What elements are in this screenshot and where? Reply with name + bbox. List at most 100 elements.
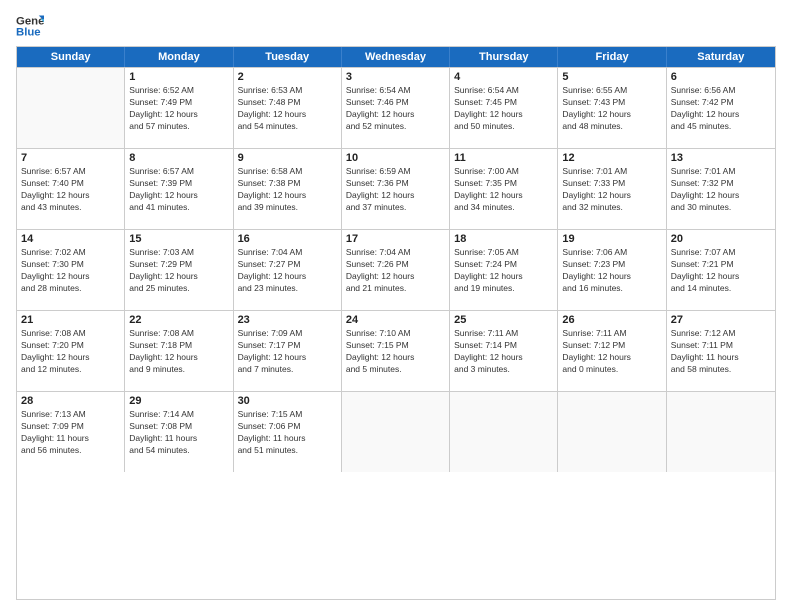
day-number: 26 (562, 314, 661, 326)
day-number: 27 (671, 314, 771, 326)
empty-cell (667, 392, 775, 472)
day-number: 8 (129, 152, 228, 164)
day-cell-2: 2 Sunrise: 6:53 AM Sunset: 7:48 PM Daylig… (234, 68, 342, 148)
calendar-week-5: 28 Sunrise: 7:13 AM Sunset: 7:09 PM Dayli… (17, 391, 775, 472)
day-header-thursday: Thursday (450, 47, 558, 67)
day-number: 2 (238, 71, 337, 83)
day-cell-26: 26 Sunrise: 7:11 AM Sunset: 7:12 PM Dayli… (558, 311, 666, 391)
empty-cell (342, 392, 450, 472)
day-number: 13 (671, 152, 771, 164)
day-number: 29 (129, 395, 228, 407)
day-info: Sunrise: 7:01 AM Sunset: 7:32 PM Dayligh… (671, 166, 771, 214)
day-cell-24: 24 Sunrise: 7:10 AM Sunset: 7:15 PM Dayli… (342, 311, 450, 391)
day-cell-13: 13 Sunrise: 7:01 AM Sunset: 7:32 PM Dayli… (667, 149, 775, 229)
day-info: Sunrise: 7:08 AM Sunset: 7:20 PM Dayligh… (21, 328, 120, 376)
day-number: 28 (21, 395, 120, 407)
day-cell-23: 23 Sunrise: 7:09 AM Sunset: 7:17 PM Dayli… (234, 311, 342, 391)
day-info: Sunrise: 7:04 AM Sunset: 7:26 PM Dayligh… (346, 247, 445, 295)
day-cell-15: 15Sunrise: 7:03 AM Sunset: 7:29 PM Dayli… (125, 230, 233, 310)
day-info: Sunrise: 7:02 AM Sunset: 7:30 PM Dayligh… (21, 247, 120, 295)
day-number: 1 (129, 71, 228, 83)
day-cell-27: 27 Sunrise: 7:12 AM Sunset: 7:11 PM Dayli… (667, 311, 775, 391)
day-header-monday: Monday (125, 47, 233, 67)
day-info: Sunrise: 7:05 AM Sunset: 7:24 PM Dayligh… (454, 247, 553, 295)
day-cell-16: 16 Sunrise: 7:04 AM Sunset: 7:27 PM Dayli… (234, 230, 342, 310)
day-info: Sunrise: 7:08 AM Sunset: 7:18 PM Dayligh… (129, 328, 228, 376)
day-info: Sunrise: 7:06 AM Sunset: 7:23 PM Dayligh… (562, 247, 661, 295)
calendar-week-2: 7 Sunrise: 6:57 AM Sunset: 7:40 PM Daylig… (17, 148, 775, 229)
day-number: 16 (238, 233, 337, 245)
calendar-body: 1Sunrise: 6:52 AM Sunset: 7:49 PM Daylig… (17, 67, 775, 472)
day-cell-7: 7 Sunrise: 6:57 AM Sunset: 7:40 PM Daylig… (17, 149, 125, 229)
day-info: Sunrise: 6:59 AM Sunset: 7:36 PM Dayligh… (346, 166, 445, 214)
day-number: 6 (671, 71, 771, 83)
day-number: 15 (129, 233, 228, 245)
day-number: 5 (562, 71, 661, 83)
day-info: Sunrise: 6:53 AM Sunset: 7:48 PM Dayligh… (238, 85, 337, 133)
day-number: 4 (454, 71, 553, 83)
empty-cell (450, 392, 558, 472)
day-number: 17 (346, 233, 445, 245)
day-number: 30 (238, 395, 337, 407)
day-cell-22: 22 Sunrise: 7:08 AM Sunset: 7:18 PM Dayli… (125, 311, 233, 391)
calendar-week-1: 1Sunrise: 6:52 AM Sunset: 7:49 PM Daylig… (17, 67, 775, 148)
day-info: Sunrise: 7:10 AM Sunset: 7:15 PM Dayligh… (346, 328, 445, 376)
day-info: Sunrise: 7:14 AM Sunset: 7:08 PM Dayligh… (129, 409, 228, 457)
day-cell-20: 20 Sunrise: 7:07 AM Sunset: 7:21 PM Dayli… (667, 230, 775, 310)
day-number: 9 (238, 152, 337, 164)
day-info: Sunrise: 6:57 AM Sunset: 7:39 PM Dayligh… (129, 166, 228, 214)
day-header-wednesday: Wednesday (342, 47, 450, 67)
day-number: 21 (21, 314, 120, 326)
day-cell-10: 10Sunrise: 6:59 AM Sunset: 7:36 PM Dayli… (342, 149, 450, 229)
day-number: 3 (346, 71, 445, 83)
day-info: Sunrise: 6:57 AM Sunset: 7:40 PM Dayligh… (21, 166, 120, 214)
day-cell-29: 29 Sunrise: 7:14 AM Sunset: 7:08 PM Dayli… (125, 392, 233, 472)
day-cell-8: 8 Sunrise: 6:57 AM Sunset: 7:39 PM Daylig… (125, 149, 233, 229)
logo-icon: General Blue (16, 12, 44, 40)
day-cell-28: 28 Sunrise: 7:13 AM Sunset: 7:09 PM Dayli… (17, 392, 125, 472)
day-info: Sunrise: 7:11 AM Sunset: 7:12 PM Dayligh… (562, 328, 661, 376)
day-cell-9: 9 Sunrise: 6:58 AM Sunset: 7:38 PM Daylig… (234, 149, 342, 229)
day-number: 22 (129, 314, 228, 326)
day-cell-19: 19 Sunrise: 7:06 AM Sunset: 7:23 PM Dayli… (558, 230, 666, 310)
day-info: Sunrise: 7:15 AM Sunset: 7:06 PM Dayligh… (238, 409, 337, 457)
day-number: 7 (21, 152, 120, 164)
day-info: Sunrise: 7:04 AM Sunset: 7:27 PM Dayligh… (238, 247, 337, 295)
day-info: Sunrise: 7:11 AM Sunset: 7:14 PM Dayligh… (454, 328, 553, 376)
day-info: Sunrise: 7:07 AM Sunset: 7:21 PM Dayligh… (671, 247, 771, 295)
day-cell-21: 21 Sunrise: 7:08 AM Sunset: 7:20 PM Dayli… (17, 311, 125, 391)
logo: General Blue (16, 12, 50, 40)
day-number: 25 (454, 314, 553, 326)
calendar-week-4: 21 Sunrise: 7:08 AM Sunset: 7:20 PM Dayli… (17, 310, 775, 391)
day-info: Sunrise: 6:55 AM Sunset: 7:43 PM Dayligh… (562, 85, 661, 133)
day-info: Sunrise: 7:09 AM Sunset: 7:17 PM Dayligh… (238, 328, 337, 376)
day-number: 24 (346, 314, 445, 326)
day-cell-5: 5 Sunrise: 6:55 AM Sunset: 7:43 PM Daylig… (558, 68, 666, 148)
day-info: Sunrise: 7:12 AM Sunset: 7:11 PM Dayligh… (671, 328, 771, 376)
day-cell-18: 18 Sunrise: 7:05 AM Sunset: 7:24 PM Dayli… (450, 230, 558, 310)
day-info: Sunrise: 6:54 AM Sunset: 7:45 PM Dayligh… (454, 85, 553, 133)
day-number: 18 (454, 233, 553, 245)
day-cell-14: 14 Sunrise: 7:02 AM Sunset: 7:30 PM Dayli… (17, 230, 125, 310)
svg-text:General: General (16, 15, 44, 27)
day-cell-17: 17 Sunrise: 7:04 AM Sunset: 7:26 PM Dayli… (342, 230, 450, 310)
calendar-week-3: 14 Sunrise: 7:02 AM Sunset: 7:30 PM Dayli… (17, 229, 775, 310)
day-info: Sunrise: 6:56 AM Sunset: 7:42 PM Dayligh… (671, 85, 771, 133)
day-number: 19 (562, 233, 661, 245)
day-header-saturday: Saturday (667, 47, 775, 67)
day-number: 14 (21, 233, 120, 245)
day-header-tuesday: Tuesday (234, 47, 342, 67)
day-info: Sunrise: 7:13 AM Sunset: 7:09 PM Dayligh… (21, 409, 120, 457)
calendar: SundayMondayTuesdayWednesdayThursdayFrid… (16, 46, 776, 600)
day-info: Sunrise: 6:54 AM Sunset: 7:46 PM Dayligh… (346, 85, 445, 133)
day-cell-11: 11Sunrise: 7:00 AM Sunset: 7:35 PM Dayli… (450, 149, 558, 229)
day-number: 20 (671, 233, 771, 245)
day-header-friday: Friday (558, 47, 666, 67)
day-header-sunday: Sunday (17, 47, 125, 67)
day-number: 11 (454, 152, 553, 164)
day-number: 23 (238, 314, 337, 326)
empty-cell (558, 392, 666, 472)
day-cell-25: 25 Sunrise: 7:11 AM Sunset: 7:14 PM Dayli… (450, 311, 558, 391)
day-info: Sunrise: 6:58 AM Sunset: 7:38 PM Dayligh… (238, 166, 337, 214)
day-number: 12 (562, 152, 661, 164)
